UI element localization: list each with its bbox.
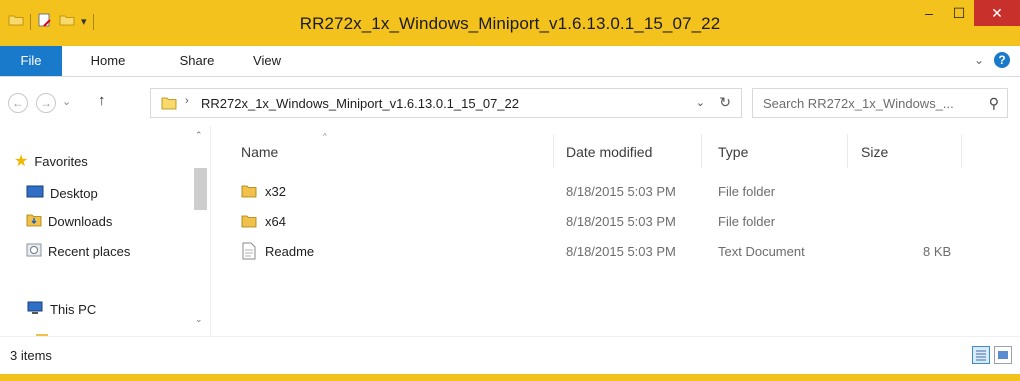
tab-file[interactable]: File <box>0 46 62 76</box>
sidebar-item-recent-places[interactable]: Recent places <box>26 240 130 262</box>
file-date: 8/18/2015 5:03 PM <box>566 244 676 259</box>
refresh-icon[interactable]: ↻ <box>719 94 731 111</box>
sidebar-item-favorites[interactable]: ★ Favorites <box>14 150 88 172</box>
table-row[interactable]: Readme 8/18/2015 5:03 PM Text Document 8… <box>211 240 1020 266</box>
ribbon-controls: ⌄ ? <box>974 52 1010 68</box>
maximize-button[interactable]: ☐ <box>944 0 974 26</box>
file-date: 8/18/2015 5:03 PM <box>566 214 676 229</box>
sidebar-item-this-pc[interactable]: This PC <box>26 298 96 320</box>
title-bar: ▾ RR272x_1x_Windows_Miniport_v1.6.13.0.1… <box>0 0 1020 46</box>
sidebar-item-partial <box>36 328 56 340</box>
close-button[interactable]: ✕ <box>974 0 1020 26</box>
file-name: x64 <box>265 214 286 229</box>
explorer-window: ▾ RR272x_1x_Windows_Miniport_v1.6.13.0.1… <box>0 0 1020 381</box>
table-row[interactable]: x64 8/18/2015 5:03 PM File folder <box>211 210 1020 236</box>
minimize-button[interactable]: – <box>914 0 944 26</box>
text-document-icon <box>241 242 257 263</box>
search-icon[interactable]: ⚲ <box>989 95 999 112</box>
file-date: 8/18/2015 5:03 PM <box>566 184 676 199</box>
column-header-name[interactable]: Name <box>241 144 278 160</box>
sidebar-item-label: Desktop <box>50 185 98 201</box>
back-button[interactable]: ← <box>8 93 28 113</box>
sidebar-item-label: This PC <box>50 301 97 317</box>
search-box[interactable]: Search RR272x_1x_Windows_... ⚲ <box>752 88 1008 118</box>
address-dropdown-icon[interactable]: ⌄ <box>696 96 705 109</box>
scrollbar-thumb[interactable] <box>194 168 207 210</box>
folder-icon <box>241 183 257 202</box>
column-divider[interactable] <box>701 134 702 168</box>
scroll-down-icon[interactable]: ⌄ <box>195 314 203 325</box>
sidebar-item-desktop[interactable]: Desktop <box>26 182 98 204</box>
column-header-size[interactable]: Size <box>861 144 888 160</box>
window-border <box>0 374 1020 381</box>
computer-icon <box>26 300 44 319</box>
scroll-up-icon[interactable]: ⌃ <box>195 130 203 141</box>
breadcrumb[interactable]: RR272x_1x_Windows_Miniport_v1.6.13.0.1_1… <box>201 96 519 111</box>
search-input[interactable]: Search RR272x_1x_Windows_... <box>763 96 954 111</box>
tab-share[interactable]: Share <box>172 46 222 76</box>
recent-places-icon <box>26 242 42 261</box>
sidebar-scrollbar[interactable]: ⌃ ⌄ <box>193 130 210 330</box>
folder-icon <box>241 213 257 232</box>
folder-icon <box>161 95 177 114</box>
large-icons-view-button[interactable] <box>994 346 1012 364</box>
ribbon-tabs: File Home Share View ⌄ ? <box>0 46 1020 77</box>
column-divider[interactable] <box>847 134 848 168</box>
sidebar-item-label: Recent places <box>48 243 131 259</box>
breadcrumb-chevron-icon[interactable]: › <box>185 95 189 107</box>
item-count: 3 items <box>10 348 52 363</box>
desktop-icon <box>26 185 44 202</box>
column-header-date-modified[interactable]: Date modified <box>566 144 652 160</box>
sidebar-item-label: Favorites <box>34 153 88 169</box>
expand-ribbon-icon[interactable]: ⌄ <box>974 53 984 67</box>
up-button[interactable]: ↑ <box>98 92 106 109</box>
tab-home[interactable]: Home <box>83 46 133 76</box>
address-bar[interactable]: › RR272x_1x_Windows_Miniport_v1.6.13.0.1… <box>150 88 742 118</box>
view-switcher <box>972 346 1012 364</box>
status-bar: 3 items <box>0 336 1020 375</box>
forward-button[interactable]: → <box>36 93 56 113</box>
file-name: Readme <box>265 244 315 259</box>
file-type: Text Document <box>718 244 805 259</box>
sidebar-item-label: Downloads <box>48 213 113 229</box>
file-type: File folder <box>718 214 776 229</box>
column-divider[interactable] <box>553 134 554 168</box>
sort-arrow-icon: ^ <box>323 132 327 141</box>
tab-view[interactable]: View <box>242 46 292 76</box>
file-name: x32 <box>265 184 286 199</box>
window-title: RR272x_1x_Windows_Miniport_v1.6.13.0.1_1… <box>299 14 721 33</box>
navigation-pane: ★ Favorites Desktop Downloads Recent pla… <box>0 126 211 340</box>
navigation-bar: ← → ⌄ ↑ › RR272x_1x_Windows_Miniport_v1.… <box>0 77 1020 126</box>
help-icon[interactable]: ? <box>994 52 1010 68</box>
recent-locations-dropdown[interactable]: ⌄ <box>62 95 71 108</box>
file-list: ^ Name Date modified Type Size x32 8/18/… <box>211 126 1020 336</box>
file-type: File folder <box>718 184 776 199</box>
column-header-type[interactable]: Type <box>718 144 748 160</box>
table-row[interactable]: x32 8/18/2015 5:03 PM File folder <box>211 180 1020 206</box>
downloads-folder-icon <box>26 212 42 231</box>
details-view-button[interactable] <box>972 346 990 364</box>
sidebar-item-downloads[interactable]: Downloads <box>26 210 112 232</box>
column-divider[interactable] <box>961 134 962 168</box>
star-icon: ★ <box>14 153 29 170</box>
file-size: 8 KB <box>923 244 952 259</box>
